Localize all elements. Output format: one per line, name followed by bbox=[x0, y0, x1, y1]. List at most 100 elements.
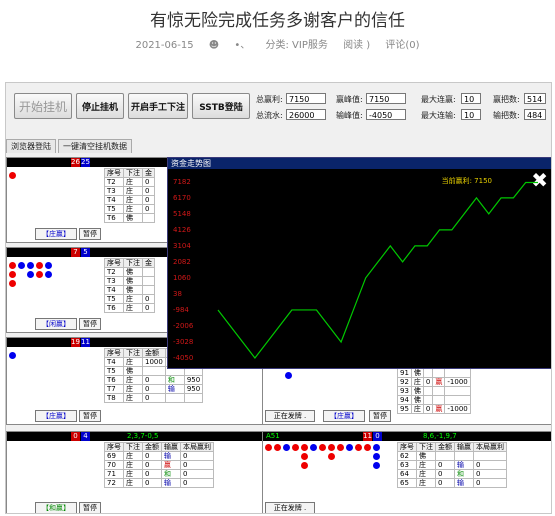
article-comments[interactable]: 评论(0) bbox=[385, 40, 419, 51]
table-row: T5 庄 0 bbox=[104, 294, 155, 304]
bet-table: 序号 下注金 T2 庄 0 T3 庄 0 T4 庄 0 T5 庄 0 T6 佛 bbox=[104, 168, 155, 223]
article-category[interactable]: 分类: VIP服务 bbox=[266, 40, 328, 51]
col-header: 金额 bbox=[142, 442, 162, 452]
player-count-badge: 11 bbox=[81, 338, 90, 347]
bet-table: 序号 下注金 T2 佛 T3 佛 T4 佛 T5 庄 0 T6 庄 0 bbox=[104, 258, 155, 313]
col-header: 下注 bbox=[123, 348, 143, 358]
table-row: 93 佛 bbox=[397, 386, 471, 396]
loss-count-value: 484 bbox=[524, 109, 546, 120]
article-title: 有惊无险完成任务多谢客户的信任 bbox=[150, 11, 405, 31]
table-row: T7 庄 0 输 950 bbox=[104, 384, 204, 394]
max-loss-streak-label: 最大连输: bbox=[421, 111, 456, 120]
result-button[interactable]: 【庄赢】 bbox=[35, 228, 77, 240]
road-dot bbox=[283, 444, 290, 451]
road-dot bbox=[337, 444, 344, 451]
table-row: 69 庄 0 输 0 bbox=[104, 451, 214, 461]
col-header: 序号 bbox=[104, 348, 124, 358]
table-panel-4: 91 佛 92 庄 0 赢 -1000 93 佛 94 佛 95 庄 0 赢 -1000 正在发牌 .… bbox=[262, 367, 551, 425]
road-dot bbox=[9, 352, 16, 359]
road-dot bbox=[373, 453, 380, 460]
loss-peak-value: -4050 bbox=[366, 109, 406, 120]
total-flow-label: 总流水: bbox=[256, 111, 283, 120]
table-row: 65 庄 0 输 0 bbox=[397, 478, 507, 488]
table-row: 62 佛 bbox=[397, 451, 507, 461]
pause-button[interactable]: 暂停 bbox=[79, 502, 101, 513]
table-row: 72 庄 0 输 0 bbox=[104, 478, 214, 488]
banker-count-badge: 7 bbox=[71, 248, 80, 257]
table-row: T2 庄 0 bbox=[104, 177, 155, 187]
col-header: 下注 bbox=[123, 258, 143, 268]
max-win-streak-label: 最大连赢: bbox=[421, 95, 456, 104]
road-dot bbox=[301, 453, 308, 460]
tab-browser-login[interactable]: 浏览器登陆 bbox=[6, 139, 56, 153]
road-dot bbox=[36, 271, 43, 278]
article-views: 阅读 ) bbox=[343, 40, 371, 51]
win-count-label: 赢把数: bbox=[493, 95, 520, 104]
col-header: 输赢 bbox=[161, 442, 181, 452]
col-header: 下注 bbox=[123, 168, 143, 178]
result-button[interactable]: 【和赢】 bbox=[35, 502, 77, 513]
total-profit-label: 总赢利: bbox=[256, 95, 283, 104]
col-header: 序号 bbox=[397, 442, 417, 452]
player-count-badge: 25 bbox=[81, 158, 90, 167]
road-dot bbox=[274, 444, 281, 451]
banker-count-badge: 26 bbox=[71, 158, 80, 167]
road-dot bbox=[265, 444, 272, 451]
road-dot bbox=[45, 262, 52, 269]
table-row: T3 佛 bbox=[104, 276, 155, 286]
col-header: 序号 bbox=[104, 442, 124, 452]
table-panel-2: 7 5 序号 下注金 T2 佛 T3 佛 T4 佛 T5 庄 0 T6 庄 0 【闲赢】 暂停 bbox=[6, 247, 168, 333]
pattern-text: 2,3,7-0,5 bbox=[127, 432, 159, 440]
road-dot bbox=[292, 444, 299, 451]
player-count-badge: 5 bbox=[81, 248, 90, 257]
bet-table: 序号 下注 金额 输赢 本局赢利 62 佛 63 庄 0 输 0 64 庄 0 和 0 65 庄 0 输 0 bbox=[397, 442, 507, 488]
table-row: 70 庄 0 赢 0 bbox=[104, 460, 214, 470]
table-name: A51 bbox=[266, 432, 280, 440]
pause-button[interactable]: 暂停 bbox=[79, 318, 101, 330]
table-row: 92 庄 0 赢 -1000 bbox=[397, 377, 471, 387]
profit-peak-value: 7150 bbox=[366, 93, 406, 104]
road-dot bbox=[319, 444, 326, 451]
loss-peak-label: 输峰值: bbox=[336, 111, 363, 120]
road-dot bbox=[373, 462, 380, 469]
sstb-login-button[interactable]: SSTB登陆 bbox=[192, 93, 250, 119]
dealing-status: 正在发牌 . bbox=[265, 410, 315, 422]
loss-count-label: 输把数: bbox=[493, 111, 520, 120]
table-row: T4 佛 bbox=[104, 285, 155, 295]
road-dot bbox=[18, 262, 25, 269]
start-hangup-button[interactable]: 开始挂机 bbox=[14, 93, 72, 119]
result-button[interactable]: 【闲赢】 bbox=[35, 318, 77, 330]
result-button[interactable]: 【庄赢】 bbox=[35, 410, 77, 422]
pause-button[interactable]: 暂停 bbox=[79, 410, 101, 422]
table-row: 63 庄 0 输 0 bbox=[397, 460, 507, 470]
banker-count-badge: 0 bbox=[71, 432, 80, 441]
col-header: 输赢 bbox=[454, 442, 474, 452]
tab-clear-data[interactable]: 一键清空挂机数据 bbox=[58, 139, 132, 153]
banker-count-badge: 19 bbox=[71, 338, 80, 347]
app-screenshot: 开始挂机 停止挂机 开启手工下注 SSTB登陆 总赢利: 7150 总流水: 2… bbox=[5, 82, 552, 514]
road-dot bbox=[328, 453, 335, 460]
table-row: T2 佛 bbox=[104, 267, 155, 277]
col-header: 序号 bbox=[104, 258, 124, 268]
fund-trend-chart: 资金走势图 当前赢利: 7150 ✖ 7182 6170 5148 4126 3104 2… bbox=[167, 157, 551, 369]
pause-button[interactable]: 暂停 bbox=[369, 410, 391, 422]
panel-header bbox=[263, 432, 551, 441]
chart-canvas bbox=[217, 181, 538, 359]
tab-bar: 浏览器登陆 一键清空挂机数据 bbox=[6, 139, 134, 153]
table-row: T3 庄 0 bbox=[104, 186, 155, 196]
player-count-badge: 0 bbox=[373, 432, 382, 441]
road-dot bbox=[285, 372, 292, 379]
stop-hangup-button[interactable]: 停止挂机 bbox=[76, 93, 124, 119]
max-loss-streak-value: 10 bbox=[461, 109, 481, 120]
road-dot bbox=[27, 262, 34, 269]
result-button[interactable]: 【庄赢】 bbox=[323, 410, 365, 422]
table-row: T6 佛 bbox=[104, 213, 155, 223]
road-dot bbox=[355, 444, 362, 451]
pause-button[interactable]: 暂停 bbox=[79, 228, 101, 240]
table-row: 94 佛 bbox=[397, 395, 471, 405]
road-dot bbox=[27, 271, 34, 278]
road-dot bbox=[45, 271, 52, 278]
author-icon: ☻ bbox=[208, 40, 220, 51]
manual-bet-button[interactable]: 开启手工下注 bbox=[128, 93, 188, 119]
table-row: 91 佛 bbox=[397, 368, 471, 378]
